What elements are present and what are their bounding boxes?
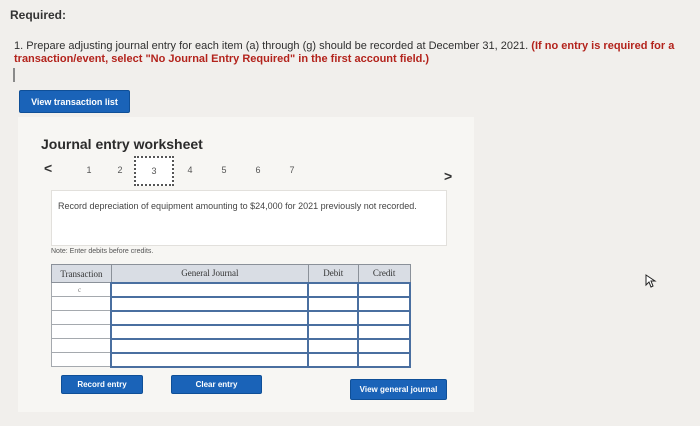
table-row: [51, 309, 411, 326]
table-row: [51, 323, 411, 340]
transaction-cell: c: [51, 282, 112, 297]
account-input[interactable]: [110, 309, 310, 326]
credit-input[interactable]: [357, 351, 411, 368]
transaction-cell: [51, 324, 112, 339]
page-3-active[interactable]: 3: [134, 156, 174, 186]
credit-input[interactable]: [357, 281, 411, 298]
debit-input[interactable]: [307, 337, 360, 354]
account-input[interactable]: [110, 351, 310, 368]
debit-input[interactable]: [307, 351, 360, 368]
debit-input[interactable]: [307, 323, 360, 340]
clear-entry-button[interactable]: Clear entry: [171, 375, 262, 394]
debit-input[interactable]: [307, 309, 360, 326]
table-row: [51, 337, 411, 354]
header-general-journal: General Journal: [110, 264, 309, 283]
page-4[interactable]: 4: [183, 165, 197, 175]
page-6[interactable]: 6: [251, 165, 265, 175]
account-input[interactable]: [110, 281, 310, 298]
debit-input[interactable]: [307, 295, 360, 312]
transaction-cell: [51, 296, 112, 311]
instructions-text: 1. Prepare adjusting journal entry for e…: [14, 40, 679, 66]
header-credit: Credit: [357, 264, 411, 283]
credit-input[interactable]: [357, 323, 411, 340]
account-input[interactable]: [110, 337, 310, 354]
transaction-cell: [51, 310, 112, 325]
table-row: c: [51, 281, 411, 298]
required-label: Required:: [10, 8, 67, 22]
journal-table: Transaction General Journal Debit Credit…: [51, 264, 411, 368]
table-row: [51, 295, 411, 312]
debit-input[interactable]: [307, 281, 360, 298]
account-input[interactable]: [110, 323, 310, 340]
chevron-right-icon[interactable]: >: [444, 168, 452, 184]
page-1[interactable]: 1: [82, 165, 96, 175]
transaction-description-box: Record depreciation of equipment amounti…: [51, 190, 447, 246]
page-2[interactable]: 2: [113, 165, 127, 175]
page-5[interactable]: 5: [217, 165, 231, 175]
view-transaction-list-button[interactable]: View transaction list: [19, 90, 130, 113]
chevron-left-icon[interactable]: <: [44, 160, 52, 176]
credit-input[interactable]: [357, 337, 411, 354]
credit-input[interactable]: [357, 309, 411, 326]
record-entry-button[interactable]: Record entry: [61, 375, 143, 394]
transaction-description: Record depreciation of equipment amounti…: [58, 201, 417, 211]
debit-credit-note: Note: Enter debits before credits.: [51, 248, 154, 255]
instructions-main: 1. Prepare adjusting journal entry for e…: [14, 40, 529, 52]
account-input[interactable]: [110, 295, 310, 312]
header-transaction: Transaction: [51, 264, 112, 283]
transaction-cell: [51, 338, 112, 353]
header-debit: Debit: [307, 264, 359, 283]
page-7[interactable]: 7: [285, 165, 299, 175]
transaction-cell: [51, 352, 112, 367]
credit-input[interactable]: [357, 295, 411, 312]
mouse-pointer-icon: [645, 274, 657, 288]
table-row: [51, 351, 411, 368]
text-caret: [13, 68, 15, 82]
view-general-journal-button[interactable]: View general journal: [350, 379, 447, 400]
worksheet-title: Journal entry worksheet: [41, 136, 203, 152]
